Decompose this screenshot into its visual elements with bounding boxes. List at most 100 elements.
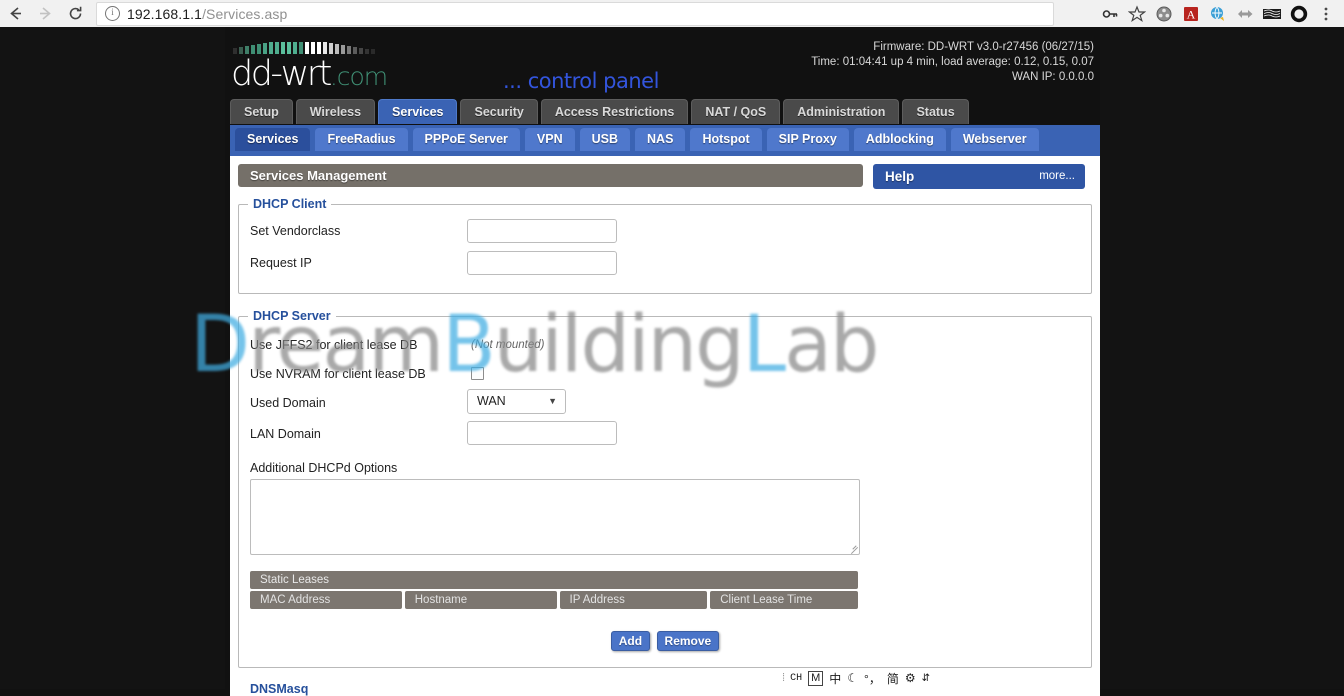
- add-button[interactable]: Add: [610, 631, 651, 651]
- browser-extension-area: A: [1096, 0, 1344, 27]
- dhcp-server-fieldset: DHCP Server Use JFFS2 for client lease D…: [238, 309, 1092, 668]
- logo-bar-2: [245, 46, 249, 54]
- ddwrt-logo[interactable]: dd-wrt.com: [231, 54, 388, 94]
- logo-bar-8: [281, 42, 285, 54]
- ime-language-label[interactable]: CH: [790, 673, 802, 684]
- main-tab-setup[interactable]: Setup: [230, 99, 293, 124]
- main-tab-status[interactable]: Status: [902, 99, 969, 124]
- main-tab-services[interactable]: Services: [378, 99, 458, 124]
- ime-drag-handle[interactable]: ⁞: [782, 672, 785, 684]
- bookmark-star-icon[interactable]: [1123, 0, 1150, 27]
- address-bar[interactable]: i 192.168.1.1/Services.asp: [96, 1, 1054, 26]
- resize-grip-icon[interactable]: [849, 544, 858, 553]
- logo-bar-3: [251, 45, 255, 54]
- logo-bar-13: [311, 42, 315, 54]
- sub-tab-adblocking[interactable]: Adblocking: [853, 128, 946, 151]
- column-header-ip-address: IP Address: [559, 591, 708, 609]
- sub-tab-nas[interactable]: NAS: [635, 128, 686, 151]
- sub-tab-usb[interactable]: USB: [579, 128, 631, 151]
- main-tab-bar: Setup Wireless Services Security Access Rest…: [230, 99, 1100, 125]
- additional-dhcpd-options-textarea[interactable]: [250, 479, 860, 555]
- globe-pen-icon[interactable]: [1204, 0, 1231, 27]
- sub-tab-services[interactable]: Services: [235, 128, 311, 151]
- dnsmasq-legend: DNSMasq: [250, 682, 309, 696]
- dhcp-client-legend: DHCP Client: [248, 197, 332, 211]
- ime-moon-icon[interactable]: ☾: [847, 671, 858, 685]
- wan-ip-line: WAN IP: 0.0.0.0: [1011, 71, 1094, 83]
- ime-expand-icon[interactable]: ⇵: [922, 673, 930, 684]
- adobe-acrobat-icon[interactable]: A: [1177, 0, 1204, 27]
- additional-dhcpd-options-label: Additional DHCPd Options: [250, 461, 398, 475]
- content-header-row: Services Management Help more...: [230, 156, 1100, 198]
- forward-arrow-icon[interactable]: [30, 0, 60, 27]
- main-tab-wireless[interactable]: Wireless: [295, 99, 376, 124]
- flag-icon[interactable]: [1258, 0, 1285, 27]
- reload-icon[interactable]: [60, 0, 90, 27]
- column-header-hostname: Hostname: [404, 591, 557, 609]
- info-circle-icon[interactable]: i: [105, 6, 120, 21]
- page-title: Services Management: [238, 164, 863, 187]
- gear-icon[interactable]: ⚙: [905, 671, 916, 685]
- ime-punctuation-toggle[interactable]: °，: [864, 670, 881, 687]
- main-tab-nat-qos[interactable]: NAT / QoS: [691, 99, 781, 124]
- ime-chinese-toggle[interactable]: 中: [829, 670, 841, 687]
- logo-bar-4: [257, 44, 261, 54]
- logo-bar-17: [335, 44, 339, 54]
- gray-badge-icon[interactable]: [1231, 0, 1258, 27]
- help-more-link[interactable]: more...: [1039, 164, 1075, 189]
- logo-bar-1: [239, 47, 243, 54]
- main-tab-access-restrictions[interactable]: Access Restrictions: [540, 99, 689, 124]
- nvram-label: Use NVRAM for client lease DB: [250, 367, 426, 381]
- film-reel-icon[interactable]: [1150, 0, 1177, 27]
- ime-mode-toggle[interactable]: M: [808, 670, 824, 686]
- chrome-menu-icon[interactable]: [1312, 0, 1339, 27]
- back-arrow-icon[interactable]: [0, 0, 30, 27]
- content-panel: Services Management Help more... DHCP Cl…: [230, 156, 1100, 696]
- field-used-domain: Used Domain WAN ▼: [239, 389, 1091, 422]
- chevron-down-icon: ▼: [548, 396, 557, 406]
- browser-toolbar: i 192.168.1.1/Services.asp A: [0, 0, 1344, 28]
- lan-domain-label: LAN Domain: [250, 427, 321, 441]
- sub-tab-pppoe-server[interactable]: PPPoE Server: [412, 128, 520, 151]
- static-leases-table: Static Leases MAC Address Hostname IP Ad…: [250, 571, 858, 609]
- field-jffs2-lease-db: Use JFFS2 for client lease DB (Not mount…: [239, 333, 1091, 362]
- opera-ring-icon[interactable]: [1285, 0, 1312, 27]
- dhcp-client-fieldset: DHCP Client Set Vendorclass Request IP: [238, 197, 1092, 294]
- ddwrt-page: dd-wrt.com ... control panel Firmware: D…: [225, 27, 1100, 696]
- sub-tab-vpn[interactable]: VPN: [524, 128, 575, 151]
- used-domain-label: Used Domain: [250, 396, 326, 410]
- field-set-vendorclass: Set Vendorclass: [239, 219, 1091, 251]
- jffs2-label: Use JFFS2 for client lease DB: [250, 338, 418, 352]
- remove-button[interactable]: Remove: [656, 631, 720, 651]
- nvram-checkbox[interactable]: [471, 367, 484, 380]
- firmware-line: Firmware: DD-WRT v3.0-r27456 (06/27/15): [873, 41, 1094, 53]
- password-key-icon[interactable]: [1096, 0, 1123, 27]
- help-title: Help: [885, 169, 915, 184]
- control-panel-label: ... control panel: [503, 69, 659, 93]
- sub-tab-webserver[interactable]: Webserver: [950, 128, 1039, 151]
- logo-bar-7: [275, 42, 279, 54]
- request-ip-input[interactable]: [467, 251, 617, 275]
- sub-tab-hotspot[interactable]: Hotspot: [690, 128, 762, 151]
- static-leases-title: Static Leases: [250, 571, 858, 589]
- sub-tab-freeradius[interactable]: FreeRadius: [315, 128, 408, 151]
- lan-domain-input[interactable]: [467, 421, 617, 445]
- logo-bar-20: [353, 47, 357, 54]
- set-vendorclass-label: Set Vendorclass: [250, 224, 341, 238]
- used-domain-select[interactable]: WAN ▼: [467, 389, 566, 414]
- set-vendorclass-input[interactable]: [467, 219, 617, 243]
- logo-bar-14: [317, 42, 321, 54]
- request-ip-label: Request IP: [250, 256, 312, 270]
- svg-text:A: A: [1186, 7, 1195, 21]
- sub-tab-sip-proxy[interactable]: SIP Proxy: [766, 128, 849, 151]
- ime-simplified-toggle[interactable]: 简: [887, 670, 899, 687]
- field-nvram-lease-db: Use NVRAM for client lease DB: [239, 362, 1091, 391]
- logo-bar-16: [329, 43, 333, 54]
- main-tab-security[interactable]: Security: [460, 99, 538, 124]
- ddwrt-header: dd-wrt.com ... control panel Firmware: D…: [225, 27, 1100, 99]
- system-info: Firmware: DD-WRT v3.0-r27456 (06/27/15) …: [811, 40, 1094, 85]
- help-panel: Help more...: [873, 164, 1085, 189]
- time-line: Time: 01:04:41 up 4 min, load average: 0…: [811, 56, 1094, 68]
- main-tab-administration[interactable]: Administration: [783, 99, 900, 124]
- field-lan-domain: LAN Domain: [239, 421, 1091, 455]
